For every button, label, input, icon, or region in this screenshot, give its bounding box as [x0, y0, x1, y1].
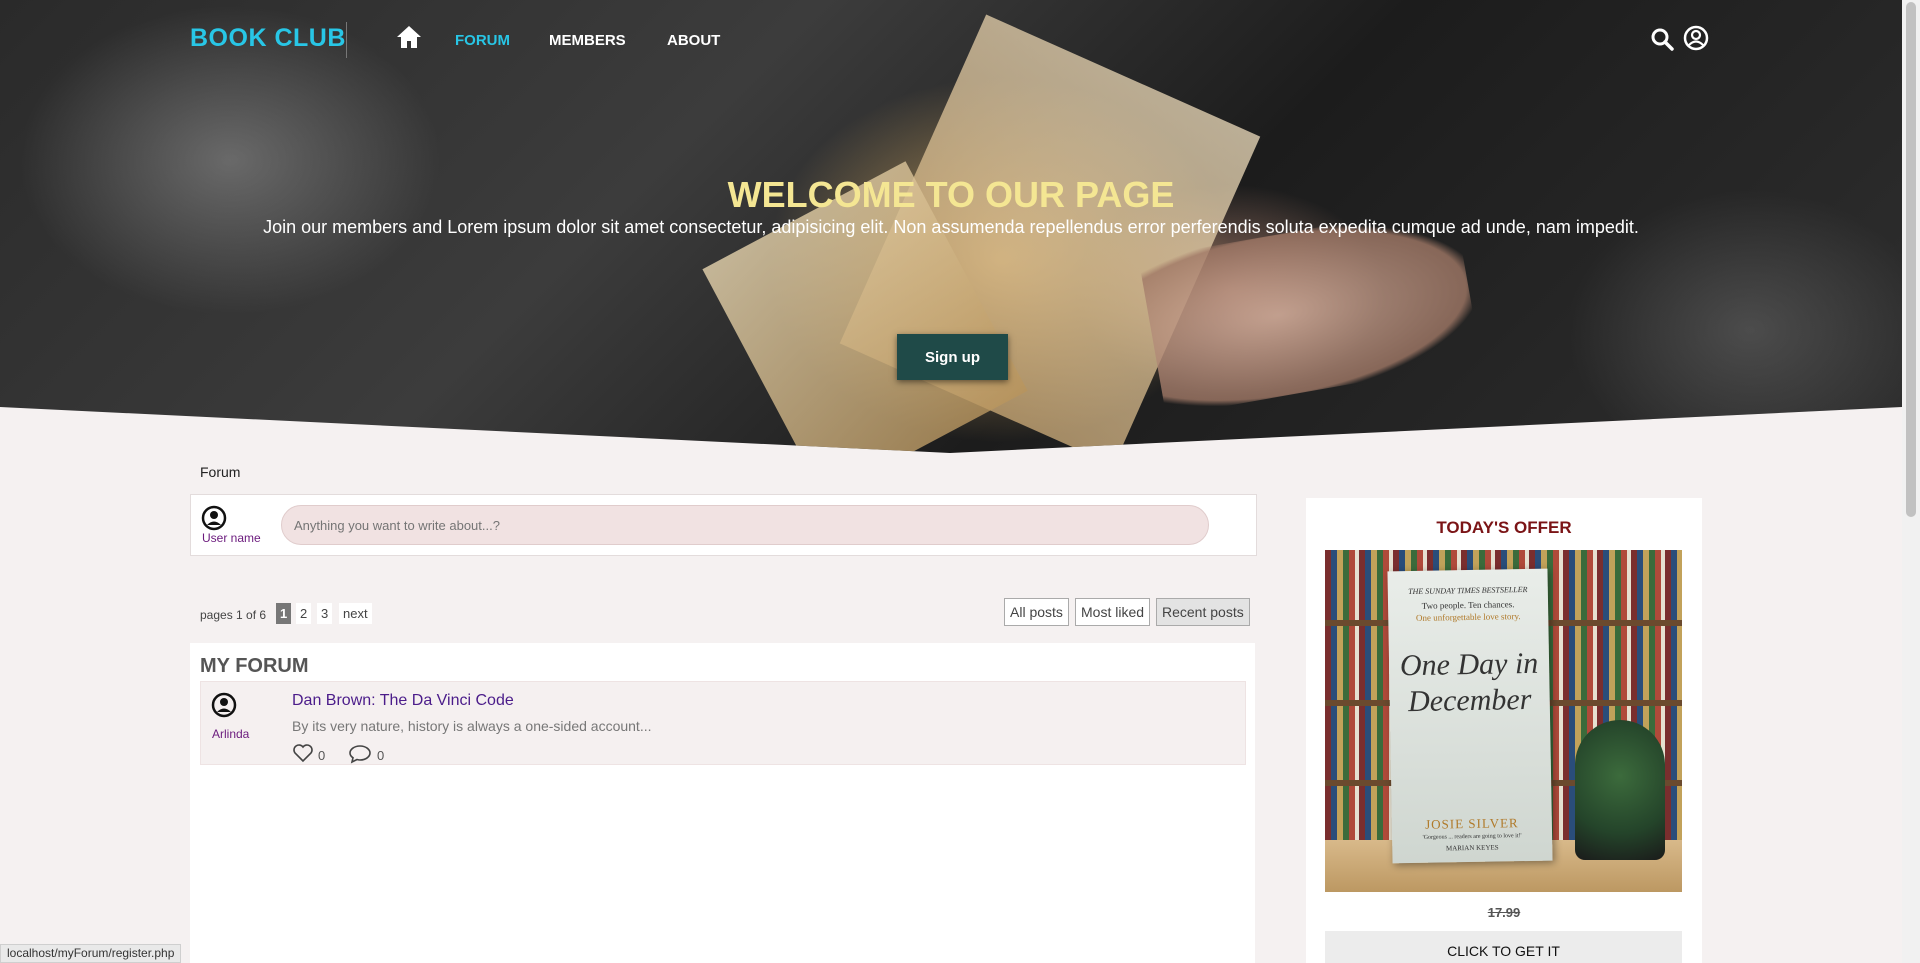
- offer-title: TODAY'S OFFER: [1436, 518, 1572, 537]
- comment-count: 0: [377, 748, 385, 763]
- post-input[interactable]: [281, 505, 1209, 545]
- search-icon[interactable]: [1650, 27, 1674, 56]
- heart-icon[interactable]: [292, 743, 314, 768]
- post-author[interactable]: Arlinda: [212, 727, 249, 741]
- book-tagline: One unforgettable love story.: [1415, 611, 1521, 623]
- nav-members[interactable]: MEMBERS: [549, 32, 626, 49]
- nav-forum[interactable]: FORUM: [455, 32, 510, 49]
- filter-most-liked[interactable]: Most liked: [1075, 598, 1151, 626]
- snow-globe: [1575, 720, 1665, 860]
- page-3-button[interactable]: 3: [317, 603, 333, 624]
- offer-price: 17.99: [1487, 905, 1521, 920]
- post-title-link[interactable]: Dan Brown: The Da Vinci Code: [292, 692, 514, 710]
- like-count: 0: [318, 748, 326, 763]
- forum-post: Arlinda Dan Brown: The Da Vinci Code By …: [200, 681, 1246, 765]
- page-scrollbar[interactable]: [1902, 0, 1920, 963]
- nav-about[interactable]: ABOUT: [667, 32, 720, 49]
- composer-user-name[interactable]: User name: [202, 531, 261, 545]
- post-excerpt: By its very nature, history is always a …: [292, 718, 652, 734]
- book-title: One Day in: [1399, 646, 1539, 683]
- brand-logo[interactable]: BOOK CLUB: [190, 24, 346, 53]
- offer-book-image[interactable]: THE SUNDAY TIMES BESTSELLER Two people. …: [1325, 550, 1682, 892]
- book-cover: THE SUNDAY TIMES BESTSELLER Two people. …: [1387, 568, 1553, 864]
- book-author: JOSIE SILVER: [1424, 815, 1519, 832]
- book-top-line: THE SUNDAY TIMES BESTSELLER: [1408, 584, 1528, 597]
- filter-recent-posts[interactable]: Recent posts: [1156, 598, 1250, 626]
- book-blurb: 'Gorgeous ... readers are going to love …: [1422, 833, 1522, 841]
- book-tagline: Two people. Ten chances.: [1421, 599, 1515, 611]
- page-2-button[interactable]: 2: [296, 603, 312, 624]
- pager-info: pages 1 of 6: [200, 608, 267, 622]
- forum-panel: MY FORUM Arlinda Dan Brown: The Da Vinci…: [190, 643, 1255, 963]
- signup-button[interactable]: Sign up: [897, 334, 1008, 380]
- page-1-button[interactable]: 1: [276, 603, 292, 624]
- filter-all-posts[interactable]: All posts: [1004, 598, 1069, 626]
- hero-subtitle: Join our members and Lorem ipsum dolor s…: [263, 217, 1639, 237]
- book-title: December: [1407, 682, 1532, 719]
- home-icon[interactable]: [395, 24, 423, 50]
- forum-title: MY FORUM: [200, 655, 309, 677]
- offer-card: TODAY'S OFFER THE SUNDAY TIMES BESTSELLE…: [1306, 498, 1702, 963]
- hero-banner: BOOK CLUB FORUM MEMBERS ABOUT WELCOME TO…: [0, 0, 1902, 453]
- status-bar: localhost/myForum/register.php: [0, 944, 182, 963]
- breadcrumb[interactable]: Forum: [200, 464, 240, 480]
- next-page-button[interactable]: next: [339, 603, 372, 624]
- get-offer-button[interactable]: CLICK TO GET IT: [1325, 931, 1682, 963]
- brand-divider: [346, 22, 347, 58]
- scroll-thumb[interactable]: [1906, 2, 1916, 517]
- hero-title: WELCOME TO OUR PAGE: [727, 174, 1175, 215]
- user-circle-icon[interactable]: [1683, 25, 1709, 56]
- comment-icon[interactable]: [348, 744, 372, 769]
- avatar-icon: [211, 692, 237, 723]
- book-blurb-author: MARIAN KEYES: [1445, 843, 1499, 853]
- post-composer: User name: [190, 494, 1257, 556]
